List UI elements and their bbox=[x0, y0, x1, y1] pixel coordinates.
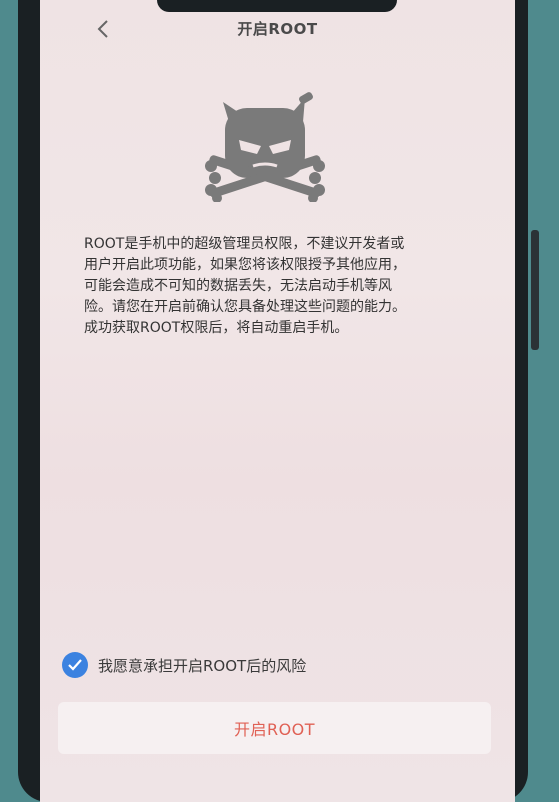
check-icon bbox=[68, 659, 82, 671]
risk-agreement[interactable]: 我愿意承担开启ROOT后的风险 bbox=[62, 650, 306, 680]
header: 开启ROOT bbox=[40, 0, 515, 56]
agreement-checkbox[interactable] bbox=[62, 652, 88, 678]
phone-side-button bbox=[531, 230, 539, 350]
enable-root-button[interactable]: 开启ROOT bbox=[58, 702, 491, 754]
agreement-label: 我愿意承担开启ROOT后的风险 bbox=[98, 656, 307, 675]
page-title: 开启ROOT bbox=[237, 20, 318, 38]
screen: 开启ROOT ROOT是手机中的超级管理员权限，不建议开发者或 用户开启此项功能… bbox=[40, 0, 515, 802]
risk-description: ROOT是手机中的超级管理员权限，不建议开发者或 用户开启此项功能，如果您将该权… bbox=[84, 236, 406, 336]
skull-crossbones-icon bbox=[205, 92, 325, 202]
